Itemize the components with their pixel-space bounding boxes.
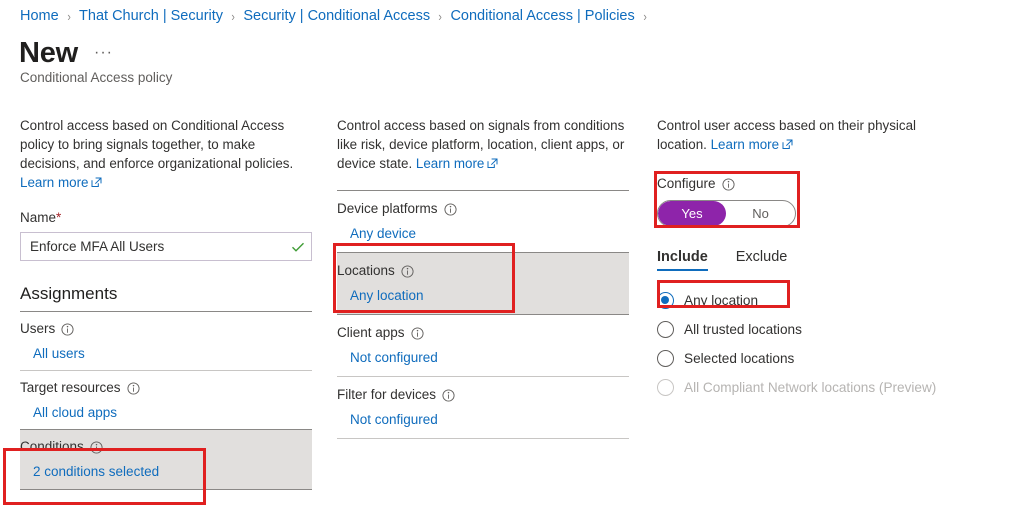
assignments-heading: Assignments [20,284,118,303]
row-device-platforms-value[interactable]: Any device [337,226,629,241]
radio-selected-locations[interactable]: Selected locations [657,345,987,372]
radio-any-location[interactable]: Any location [657,287,987,314]
info-icon[interactable] [443,203,457,216]
row-locations-label: Locations [337,263,629,278]
locations-learn-more-link[interactable]: Learn more [711,137,793,152]
row-users[interactable]: Users All users [20,312,312,371]
row-conditions-value[interactable]: 2 conditions selected [20,464,312,479]
row-target-resources-value[interactable]: All cloud apps [20,405,312,420]
tab-include[interactable]: Include [657,249,708,271]
info-icon[interactable] [90,441,103,454]
tab-exclude[interactable]: Exclude [736,249,788,271]
row-device-platforms-label: Device platforms [337,201,629,216]
row-filter-for-devices-value[interactable]: Not configured [337,412,629,427]
radio-all-compliant-network-locations-label: All Compliant Network locations (Preview… [684,380,937,395]
locations-description: Control user access based on their physi… [657,116,932,154]
row-locations-value[interactable]: Any location [337,288,629,303]
required-marker: * [56,210,62,225]
row-client-apps[interactable]: Client apps Not configured [337,315,629,377]
policy-description: Control access based on Conditional Acce… [20,116,312,192]
row-conditions-label: Conditions [20,439,312,454]
radio-all-trusted-locations[interactable]: All trusted locations [657,316,987,343]
info-icon[interactable] [410,327,424,340]
info-icon[interactable] [61,323,74,336]
radio-selected-locations-label: Selected locations [684,351,795,366]
radio-button-indicator[interactable] [657,350,674,367]
divider [20,489,312,490]
breadcrumb: Home › That Church | Security › Security… [20,8,655,24]
configure-toggle-yes[interactable]: Yes [658,201,726,226]
radio-button-indicator[interactable] [657,292,674,309]
name-field-label: Name* [20,210,62,225]
name-input[interactable] [30,239,291,254]
green-checkmark-icon [291,240,305,254]
breadcrumb-separator: › [67,8,71,24]
configure-toggle-no[interactable]: No [726,206,795,221]
info-icon[interactable] [401,265,414,278]
radio-all-compliant-network-locations: All Compliant Network locations (Preview… [657,374,987,401]
row-filter-for-devices-label: Filter for devices [337,387,629,402]
row-client-apps-label: Client apps [337,325,629,340]
conditions-description: Control access based on signals from con… [337,116,629,173]
radio-all-trusted-locations-label: All trusted locations [684,322,802,337]
breadcrumb-separator: › [643,8,647,24]
row-device-platforms[interactable]: Device platforms Any device [337,191,629,253]
breadcrumb-separator: › [231,8,235,24]
breadcrumb-separator: › [438,8,443,24]
breadcrumb-item-that-church-security[interactable]: That Church | Security [79,8,223,24]
row-target-resources-label: Target resources [20,380,312,395]
row-conditions[interactable]: Conditions 2 conditions selected [20,430,312,490]
breadcrumb-item-conditional-access-policies[interactable]: Conditional Access | Policies [450,8,634,24]
page-subtitle: Conditional Access policy [20,70,173,85]
external-link-icon [91,177,102,188]
radio-button-indicator[interactable] [657,321,674,338]
radio-button-indicator [657,379,674,396]
conditions-panel: Control access based on signals from con… [337,116,629,439]
row-locations[interactable]: Locations Any location [337,253,629,315]
info-icon[interactable] [721,178,735,191]
conditions-learn-more-link[interactable]: Learn more [416,156,498,171]
info-icon[interactable] [442,389,455,402]
divider [337,438,629,439]
breadcrumb-item-home[interactable]: Home [20,8,59,24]
configure-toggle[interactable]: Yes No [657,200,796,227]
name-input-wrapper[interactable] [20,232,312,261]
radio-any-location-label: Any location [684,293,759,308]
row-target-resources[interactable]: Target resources All cloud apps [20,371,312,430]
screen-root: Home › That Church | Security › Security… [0,0,1024,511]
row-client-apps-value[interactable]: Not configured [337,350,629,365]
row-users-label: Users [20,321,312,336]
policy-description-text: Control access based on Conditional Acce… [20,118,294,171]
policy-learn-more-link[interactable]: Learn more [20,175,102,190]
more-options-button[interactable]: ··· [94,44,113,62]
breadcrumb-item-security-conditional-access[interactable]: Security | Conditional Access [243,8,430,24]
include-exclude-tabs: Include Exclude [657,249,987,271]
page-title: New [19,37,79,69]
row-filter-for-devices[interactable]: Filter for devices Not configured [337,377,629,439]
configure-label: Configure [657,176,987,191]
row-users-value[interactable]: All users [20,346,312,361]
policy-panel: Control access based on Conditional Acce… [20,116,312,490]
info-icon[interactable] [126,382,140,395]
external-link-icon [782,139,793,150]
locations-panel: Control user access based on their physi… [657,116,987,401]
external-link-icon [487,158,498,169]
